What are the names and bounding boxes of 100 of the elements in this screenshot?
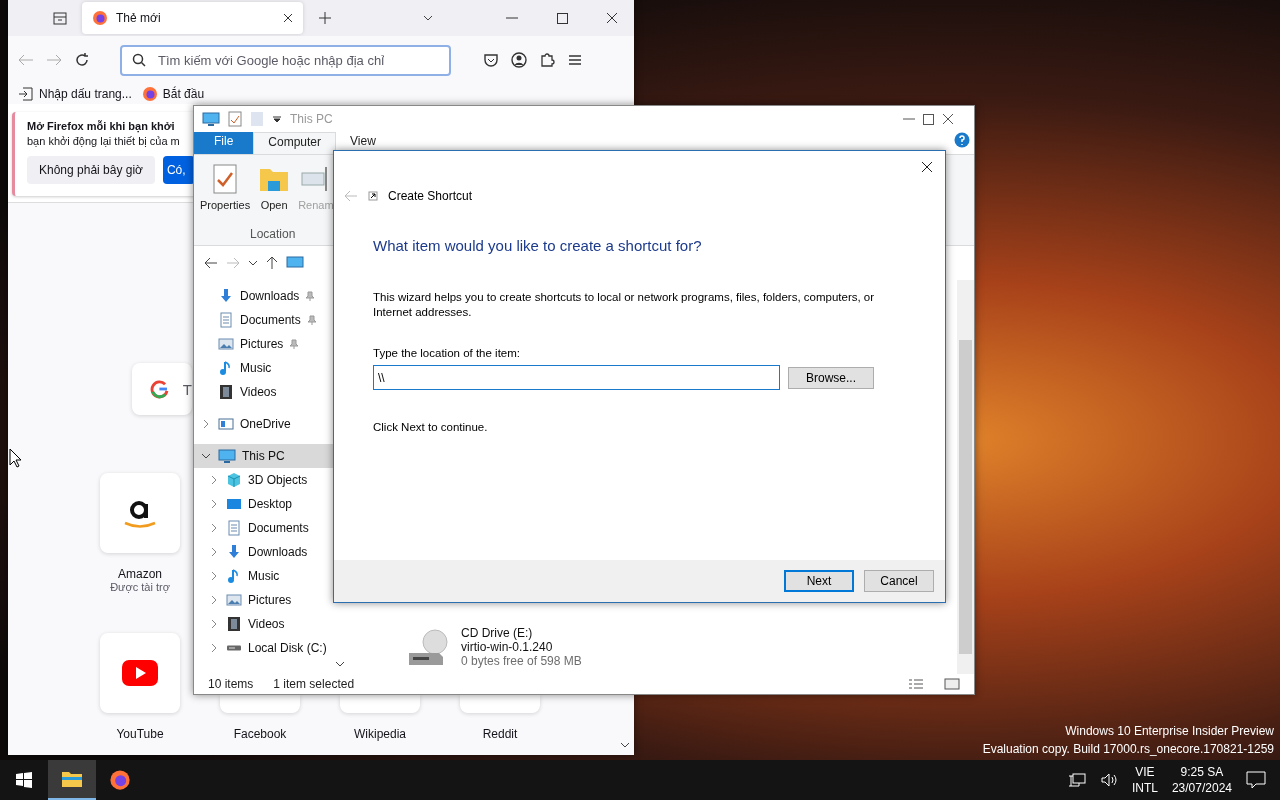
volume-label: virtio-win-0.1.240 (461, 640, 554, 654)
down-arrow-icon (218, 288, 234, 304)
chevron-right-icon (210, 499, 218, 509)
shortcut-tile[interactable] (100, 633, 180, 713)
firefox-icon (92, 10, 108, 26)
window-title: This PC (290, 112, 333, 126)
close-icon (921, 161, 933, 173)
chevron-down-icon (620, 741, 630, 749)
notification-title: Mở Firefox mỗi khi bạn khởi (27, 120, 175, 132)
shortcut-label: YouTube (116, 727, 164, 741)
dropdown-icon[interactable] (272, 115, 282, 123)
item-count: 10 items (208, 677, 254, 691)
down-arrow-icon (226, 544, 242, 560)
monitor-icon (202, 111, 220, 127)
shortcut-label: Amazon (118, 567, 162, 581)
chevron-right-icon (210, 619, 218, 629)
cube-icon (226, 472, 242, 488)
cd-drive-icon (407, 627, 451, 667)
search-placeholder: T (182, 380, 192, 398)
network-icon[interactable] (1067, 772, 1086, 788)
ribbon-group-label: Location (250, 227, 296, 241)
shortcut-label: Facebook (233, 727, 287, 741)
account-icon[interactable] (511, 52, 527, 68)
chevron-down-icon (423, 14, 433, 22)
chevron-right-icon (210, 571, 218, 581)
film-icon (218, 384, 234, 400)
ribbon-tab[interactable]: View (336, 132, 390, 154)
notification-text: bạn khởi động lại thiết bị của m (27, 135, 180, 147)
wizard-description: This wizard helps you to create shortcuts to local or network programs, files, folders, computers, or Internet addresses. (373, 290, 876, 320)
document-icon (226, 520, 242, 536)
film-icon (226, 616, 242, 632)
minimize-icon (506, 17, 518, 19)
browser-tab[interactable]: Thẻ mới (82, 2, 303, 34)
close-icon (606, 12, 618, 24)
notification-button[interactable]: Không phải bây giờ (27, 156, 155, 184)
ribbon-button[interactable]: Properties (200, 163, 251, 211)
notification-icon[interactable] (1246, 771, 1266, 789)
ribbon-button[interactable]: Open (258, 163, 291, 211)
shortcut-tile[interactable] (100, 473, 180, 553)
plus-icon (319, 12, 331, 24)
tiles-view-icon[interactable] (944, 678, 960, 690)
drive-name: CD Drive (E:) (461, 626, 534, 640)
up-arrow-icon[interactable] (266, 256, 278, 270)
chevron-down-icon (335, 660, 345, 668)
properties-icon[interactable] (228, 111, 242, 127)
windows-logo-icon (16, 772, 32, 788)
tree-item[interactable]: Videos (194, 612, 349, 636)
address-bar[interactable]: Tìm kiếm với Google hoặc nhập địa chỉ (120, 44, 451, 76)
back-arrow-icon[interactable] (204, 257, 218, 269)
chevron-right-icon (210, 523, 218, 533)
shortcut-tile[interactable] (460, 695, 540, 713)
menu-icon[interactable] (567, 52, 583, 68)
folder-icon (61, 770, 83, 788)
shortcut-tile[interactable] (220, 695, 300, 713)
maximize-icon (556, 12, 568, 24)
chevron-right-icon (210, 475, 218, 485)
speaker-icon[interactable] (1099, 772, 1118, 788)
wizard-button[interactable]: Next (784, 570, 854, 592)
tree-item[interactable]: Local Disk (C:) (194, 636, 349, 660)
help-icon[interactable] (954, 132, 970, 148)
notification-button[interactable]: Có, (162, 156, 195, 184)
selection-count: 1 item selected (273, 677, 355, 691)
location-field[interactable]: \\ (373, 365, 780, 390)
pocket-icon[interactable] (483, 52, 499, 68)
wizard-button[interactable]: Cancel (864, 570, 934, 592)
document-icon (218, 312, 234, 328)
drive-icon (218, 416, 234, 432)
picture-icon (218, 336, 234, 352)
search-field[interactable]: T (132, 363, 192, 415)
picture-icon (226, 592, 242, 608)
bookmark-item[interactable]: Bắt đầu (141, 86, 205, 102)
reload-icon[interactable] (74, 52, 90, 68)
instruction-text: Click Next to continue. (373, 420, 489, 435)
bookmark-item[interactable]: Nhập dấu trang... (18, 86, 132, 102)
chevron-right-icon (202, 419, 210, 429)
chevron-right-icon (210, 595, 218, 605)
pin-icon (289, 339, 300, 349)
google-g-icon (150, 379, 169, 399)
shortcut-tile[interactable] (340, 695, 420, 713)
build-text: Evaluation copy. Build 17000.rs_onecore.170821-1259 (982, 741, 1274, 758)
taskbar-app[interactable] (48, 760, 96, 800)
close-icon[interactable] (942, 113, 954, 125)
play-button-logo (121, 659, 159, 687)
browse-button[interactable]: Browse... (788, 366, 874, 389)
close-icon[interactable] (283, 13, 293, 23)
chevron-down-icon (248, 259, 258, 267)
desktop-icon (226, 496, 242, 512)
field-label: Type the location of the item: (373, 346, 522, 361)
chevron-down-icon (201, 452, 211, 460)
chevron-right-icon (210, 643, 218, 653)
ribbon-tab[interactable]: Computer (253, 132, 337, 154)
language-indicator[interactable]: VIE INTL (1131, 764, 1158, 796)
monitor-icon (286, 255, 304, 271)
sponsored-label: Được tài trợ (110, 581, 170, 593)
clock[interactable]: 9:25 SA 23/07/2024 (1171, 764, 1232, 796)
puzzle-icon[interactable] (539, 52, 555, 68)
ribbon-tab[interactable]: File (194, 132, 254, 154)
firefox-icon (109, 769, 131, 791)
maximize-icon[interactable] (923, 113, 934, 125)
dialog-heading: What item would you like to create a shortcut for? (373, 237, 703, 254)
